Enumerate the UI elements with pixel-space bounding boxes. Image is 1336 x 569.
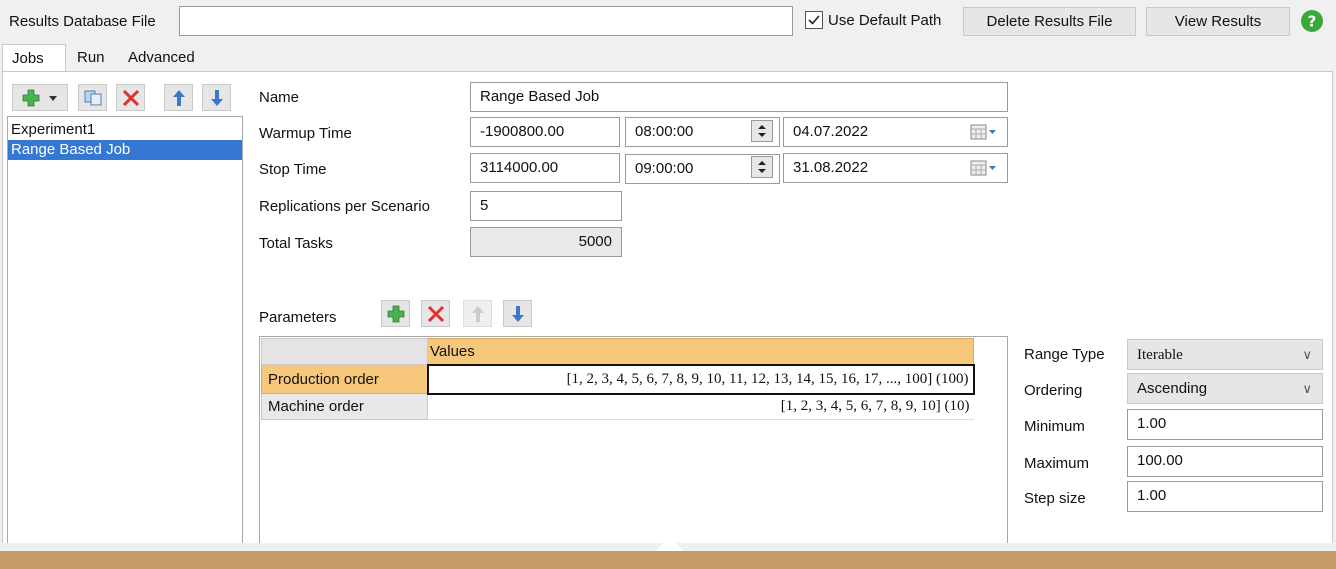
delete-results-file-button[interactable]: Delete Results File xyxy=(963,7,1136,36)
calendar-icon xyxy=(970,160,996,176)
tab-advanced[interactable]: Advanced xyxy=(119,44,204,71)
results-database-input[interactable] xyxy=(179,6,793,36)
replications-label: Replications per Scenario xyxy=(259,198,430,215)
move-up-icon xyxy=(172,89,185,106)
move-job-up-button[interactable] xyxy=(164,84,193,111)
minimum-label: Minimum xyxy=(1024,418,1085,435)
stop-time-spinner[interactable] xyxy=(751,156,773,178)
delete-icon xyxy=(122,89,139,106)
warmup-time-value: 08:00:00 xyxy=(635,123,694,140)
parameter-name-cell[interactable]: Machine order xyxy=(261,393,428,420)
pointer-triangle-icon xyxy=(656,537,684,551)
delete-parameter-button[interactable] xyxy=(421,300,450,327)
help-icon[interactable]: ? xyxy=(1299,8,1327,36)
list-item-experiment1[interactable]: Experiment1 xyxy=(8,120,242,140)
step-size-label: Step size xyxy=(1024,490,1086,507)
checkmark-icon xyxy=(808,15,820,25)
table-row[interactable]: Machine order [1, 2, 3, 4, 5, 6, 7, 8, 9… xyxy=(261,393,974,420)
warmup-calendar-button[interactable] xyxy=(970,122,998,142)
use-default-path-label: Use Default Path xyxy=(828,12,942,29)
stop-time-label: Stop Time xyxy=(259,161,327,178)
tab-jobs[interactable]: Jobs xyxy=(2,44,66,72)
parameters-grid: Values Production order [1, 2, 3, 4, 5, … xyxy=(261,338,975,420)
calendar-icon xyxy=(970,124,996,140)
chevron-down-icon: ∨ xyxy=(1302,381,1312,396)
list-item-range-based-job[interactable]: Range Based Job xyxy=(8,140,242,160)
add-job-button[interactable] xyxy=(12,84,68,111)
add-icon xyxy=(22,89,40,106)
minimum-input[interactable]: 1.00 xyxy=(1127,409,1323,440)
move-parameter-up-button[interactable] xyxy=(463,300,492,327)
warmup-value-input[interactable]: -1900800.00 xyxy=(470,117,620,147)
add-icon xyxy=(387,305,404,322)
grid-corner-cell xyxy=(261,338,428,365)
copy-job-button[interactable] xyxy=(78,84,107,111)
add-parameter-button[interactable] xyxy=(381,300,410,327)
stop-time-value: 09:00:00 xyxy=(635,160,694,177)
ordering-label: Ordering xyxy=(1024,382,1083,399)
ordering-dropdown[interactable]: Ascending ∨ xyxy=(1127,373,1323,404)
maximum-label: Maximum xyxy=(1024,455,1090,472)
parameter-value-cell[interactable]: [1, 2, 3, 4, 5, 6, 7, 8, 9, 10] (10) xyxy=(427,393,974,420)
tab-run[interactable]: Run xyxy=(68,44,114,71)
range-type-label: Range Type xyxy=(1024,346,1105,363)
parameter-name-cell[interactable]: Production order xyxy=(261,364,428,394)
footer-bar xyxy=(0,551,1336,569)
range-type-value: Iterable xyxy=(1137,347,1183,363)
name-label: Name xyxy=(259,89,300,106)
move-parameter-down-button[interactable] xyxy=(503,300,532,327)
total-tasks-label: Total Tasks xyxy=(259,235,333,252)
step-size-input[interactable]: 1.00 xyxy=(1127,481,1323,512)
name-input[interactable]: Range Based Job xyxy=(470,82,1008,112)
delete-job-button[interactable] xyxy=(116,84,145,111)
move-down-icon xyxy=(511,305,524,322)
chevron-down-icon: ∨ xyxy=(1302,347,1312,362)
results-database-label: Results Database File xyxy=(9,13,156,30)
svg-text:?: ? xyxy=(1308,13,1317,31)
spinner-arrows-icon xyxy=(758,125,766,137)
move-down-icon xyxy=(210,89,223,106)
stop-date-value: 31.08.2022 xyxy=(793,159,869,176)
ordering-value: Ascending xyxy=(1137,380,1208,397)
use-default-path-checkbox[interactable] xyxy=(805,11,823,29)
jobs-list[interactable]: Experiment1 Range Based Job xyxy=(7,116,243,556)
replications-input[interactable]: 5 xyxy=(470,191,622,221)
maximum-input[interactable]: 100.00 xyxy=(1127,446,1323,477)
delete-icon xyxy=(427,305,444,322)
parameters-label: Parameters xyxy=(259,309,337,326)
move-up-icon xyxy=(471,305,484,322)
warmup-time-spinner[interactable] xyxy=(751,120,773,142)
view-results-button[interactable]: View Results xyxy=(1146,7,1290,36)
dropdown-arrow-icon[interactable] xyxy=(47,93,59,103)
table-row[interactable]: Production order [1, 2, 3, 4, 5, 6, 7, 8… xyxy=(261,363,975,395)
parameters-header-row: Values xyxy=(261,338,974,365)
spinner-arrows-icon xyxy=(758,161,766,173)
total-tasks-value: 5000 xyxy=(470,227,622,257)
move-job-down-button[interactable] xyxy=(202,84,231,111)
range-type-dropdown[interactable]: Iterable ∨ xyxy=(1127,339,1323,370)
stop-calendar-button[interactable] xyxy=(970,158,998,178)
warmup-date-value: 04.07.2022 xyxy=(793,123,869,140)
stop-value-input[interactable]: 3114000.00 xyxy=(470,153,620,183)
warmup-time-label: Warmup Time xyxy=(259,125,352,142)
values-column-header[interactable]: Values xyxy=(427,338,974,365)
copy-icon xyxy=(84,90,101,105)
parameter-value-cell[interactable]: [1, 2, 3, 4, 5, 6, 7, 8, 9, 10, 11, 12, … xyxy=(426,363,975,395)
